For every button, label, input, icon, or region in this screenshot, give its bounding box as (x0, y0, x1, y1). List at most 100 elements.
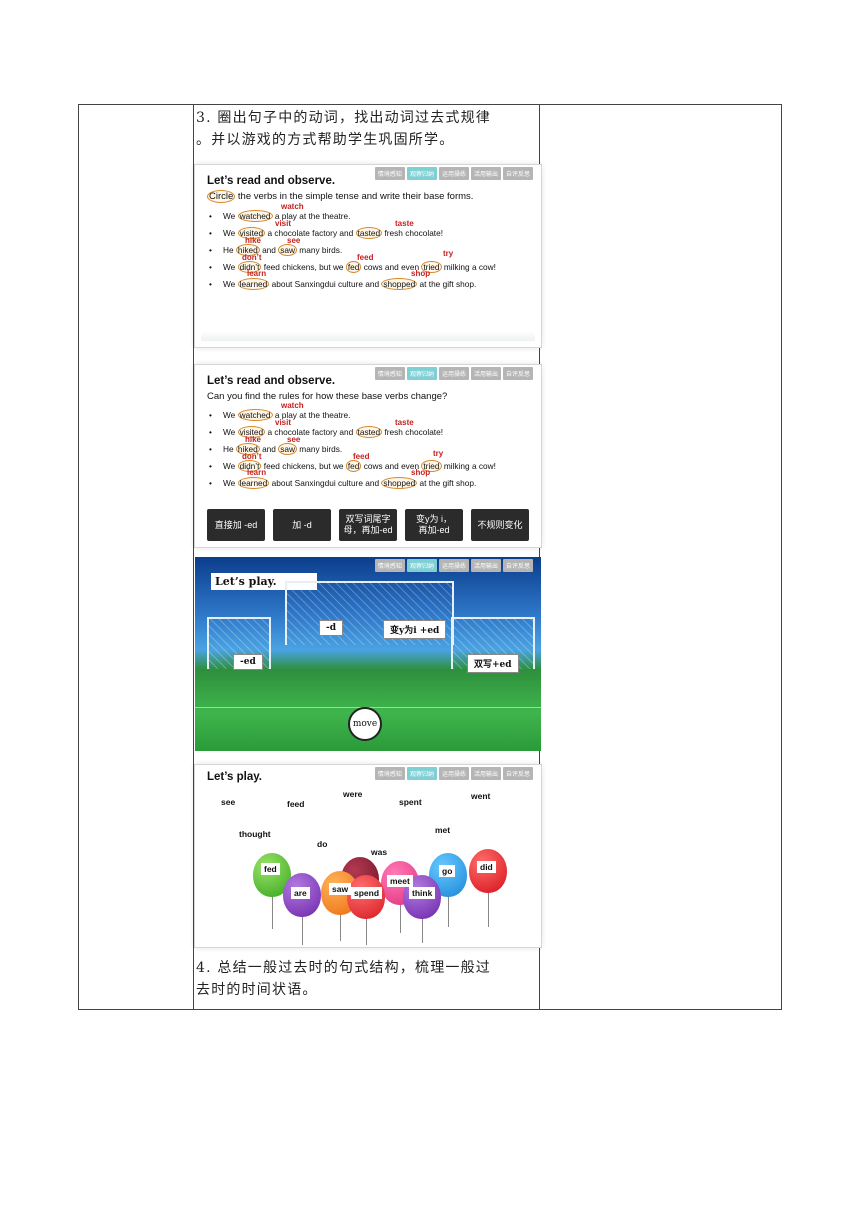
tab-1[interactable]: 情境感知 (374, 167, 405, 180)
base-form: taste (395, 219, 414, 228)
tab-3[interactable]: 运用操练 (438, 367, 469, 380)
balloon-word: saw (329, 883, 352, 895)
step3-paragraph: 3. 圈出句子中的动词，找出动词过去式规律 。并以游戏的方式帮助学生巩固所学。 (196, 107, 538, 151)
sentence-5: • We learned about Sanxingdui culture and… (209, 477, 477, 489)
tab-2[interactable]: 观察归纳 (406, 167, 437, 180)
base-form: learn (247, 269, 267, 278)
balloon-word: go (439, 865, 456, 877)
verb-circle: shopped (381, 278, 418, 290)
target-label-d[interactable]: -d (319, 620, 344, 636)
tab-1[interactable]: 情境感知 (374, 767, 405, 780)
word-star[interactable]: see (221, 797, 235, 807)
tab-5[interactable]: 自评反思 (502, 367, 533, 380)
base-form: try (443, 249, 454, 258)
base-form: try (433, 449, 444, 458)
slide-shadow (201, 331, 535, 341)
word-star[interactable]: thought (239, 829, 271, 839)
rule-add-ed-button[interactable]: 直接加 -ed (207, 509, 265, 541)
base-form: taste (395, 418, 414, 427)
verb-circle: watched (237, 409, 273, 421)
word-star[interactable]: do (317, 839, 327, 849)
sentence-3: • He hiked and saw many birds. (209, 443, 343, 455)
base-form: shop (411, 468, 431, 477)
sentence-3: • He hiked and saw many birds. (209, 244, 343, 256)
step3-line-1: 3. 圈出句子中的动词，找出动词过去式规律 (196, 110, 492, 126)
step3-line-2: 。并以游戏的方式帮助学生巩固所学。 (196, 132, 455, 148)
slide-tabs: 情境感知 观察归纳 运用操练 活用输出 自评反思 (374, 559, 533, 572)
slide-play-stadium: 情境感知 观察归纳 运用操练 活用输出 自评反思 Let’s play. -d … (195, 557, 541, 751)
base-form: watch (281, 202, 304, 211)
rule-irregular-button[interactable]: 不规则变化 (471, 509, 529, 541)
slide-instruction: Circle the verbs in the simple tense and… (207, 190, 474, 203)
balloon-word: meet (387, 875, 413, 887)
verb-circle: shopped (381, 477, 418, 489)
balloon-word: are (291, 887, 310, 899)
slide-tabs: 情境感知 观察归纳 运用操练 活用输出 自评反思 (374, 167, 533, 180)
tab-5[interactable]: 自评反思 (502, 559, 533, 572)
rule-y-to-i-button[interactable]: 变y为 i， 再加-ed (405, 509, 463, 541)
verb-circle: tasted (355, 426, 383, 438)
column-divider-1 (193, 105, 194, 1009)
slide-title: Let’s read and observe. (207, 175, 336, 187)
step4-line-1: 4. 总结一般过去时的句式结构，梳理一般过 (196, 960, 492, 976)
base-form: visit (275, 418, 292, 427)
slide-tabs: 情境感知 观察归纳 运用操练 活用输出 自评反思 (374, 367, 533, 380)
base-form: learn (247, 468, 267, 477)
slide-play-balloons: 情境感知 观察归纳 运用操练 活用输出 自评反思 Let’s play. see… (195, 765, 541, 947)
balloon-word: spend (351, 887, 383, 899)
tab-4[interactable]: 活用输出 (470, 167, 501, 180)
balloon-word: did (477, 861, 496, 873)
tab-2[interactable]: 观察归纳 (406, 367, 437, 380)
tab-4[interactable]: 活用输出 (470, 767, 501, 780)
slide-tabs: 情境感知 观察归纳 运用操练 活用输出 自评反思 (374, 767, 533, 780)
tab-3[interactable]: 运用操练 (438, 167, 469, 180)
circle-word: Circle (207, 190, 236, 203)
tab-3[interactable]: 运用操练 (438, 767, 469, 780)
word-star[interactable]: went (471, 791, 490, 801)
lesson-table: 3. 圈出句子中的动词，找出动词过去式规律 。并以游戏的方式帮助学生巩固所学。 … (78, 104, 782, 1010)
instruction-text: the verbs in the simple tense and write … (237, 191, 474, 202)
tab-1[interactable]: 情境感知 (374, 559, 405, 572)
target-label-y-to-i[interactable]: 变y为i +ed (383, 620, 447, 639)
verb-circle: fed (345, 460, 362, 472)
target-label-double[interactable]: 双写+ed (467, 654, 519, 673)
word-star[interactable]: were (343, 789, 362, 799)
slide-read-observe-2: 情境感知 观察归纳 运用操练 活用输出 自评反思 Let’s read and … (195, 365, 541, 547)
verb-circle: learned (237, 278, 270, 290)
verb-circle: saw (278, 443, 297, 455)
balloon-word: think (409, 887, 436, 899)
tab-3[interactable]: 运用操练 (438, 559, 469, 572)
slide-title: Let’s read and observe. (207, 375, 336, 387)
verb-circle: tasted (355, 227, 383, 239)
step4-line-2: 去时的时间状语。 (196, 982, 318, 998)
tab-5[interactable]: 自评反思 (502, 167, 533, 180)
base-form: visit (275, 219, 292, 228)
slide-read-observe-1: 情境感知 观察归纳 运用操练 活用输出 自评反思 Let’s read and … (195, 165, 541, 347)
base-form: shop (411, 269, 431, 278)
sentence-5: • We learned about Sanxingdui culture and… (209, 278, 477, 290)
word-star[interactable]: spent (399, 797, 422, 807)
tab-1[interactable]: 情境感知 (374, 367, 405, 380)
word-star[interactable]: met (435, 825, 450, 835)
verb-circle: learned (237, 477, 270, 489)
rule-double-consonant-button[interactable]: 双写词尾字 母，再加-ed (339, 509, 397, 541)
base-form: feed (357, 253, 374, 262)
tab-4[interactable]: 活用输出 (470, 559, 501, 572)
tab-5[interactable]: 自评反思 (502, 767, 533, 780)
step4-paragraph: 4. 总结一般过去时的句式结构，梳理一般过 去时的时间状语。 (196, 957, 538, 1001)
target-label-ed[interactable]: -ed (233, 654, 263, 670)
tab-2[interactable]: 观察归纳 (406, 767, 437, 780)
rule-add-d-button[interactable]: 加 -d (273, 509, 331, 541)
word-star[interactable]: was (371, 847, 387, 857)
tab-2[interactable]: 观察归纳 (406, 559, 437, 572)
base-form: watch (281, 401, 304, 410)
verb-circle: saw (278, 244, 297, 256)
slide-instruction: Can you find the rules for how these bas… (207, 391, 448, 402)
word-star[interactable]: feed (287, 799, 304, 809)
balloon-word: fed (261, 863, 280, 875)
tab-4[interactable]: 活用输出 (470, 367, 501, 380)
verb-circle: fed (345, 261, 362, 273)
move-ball[interactable]: move (348, 707, 382, 741)
verb-circle: watched (237, 210, 273, 222)
slide-title: Let’s play. (207, 771, 262, 783)
